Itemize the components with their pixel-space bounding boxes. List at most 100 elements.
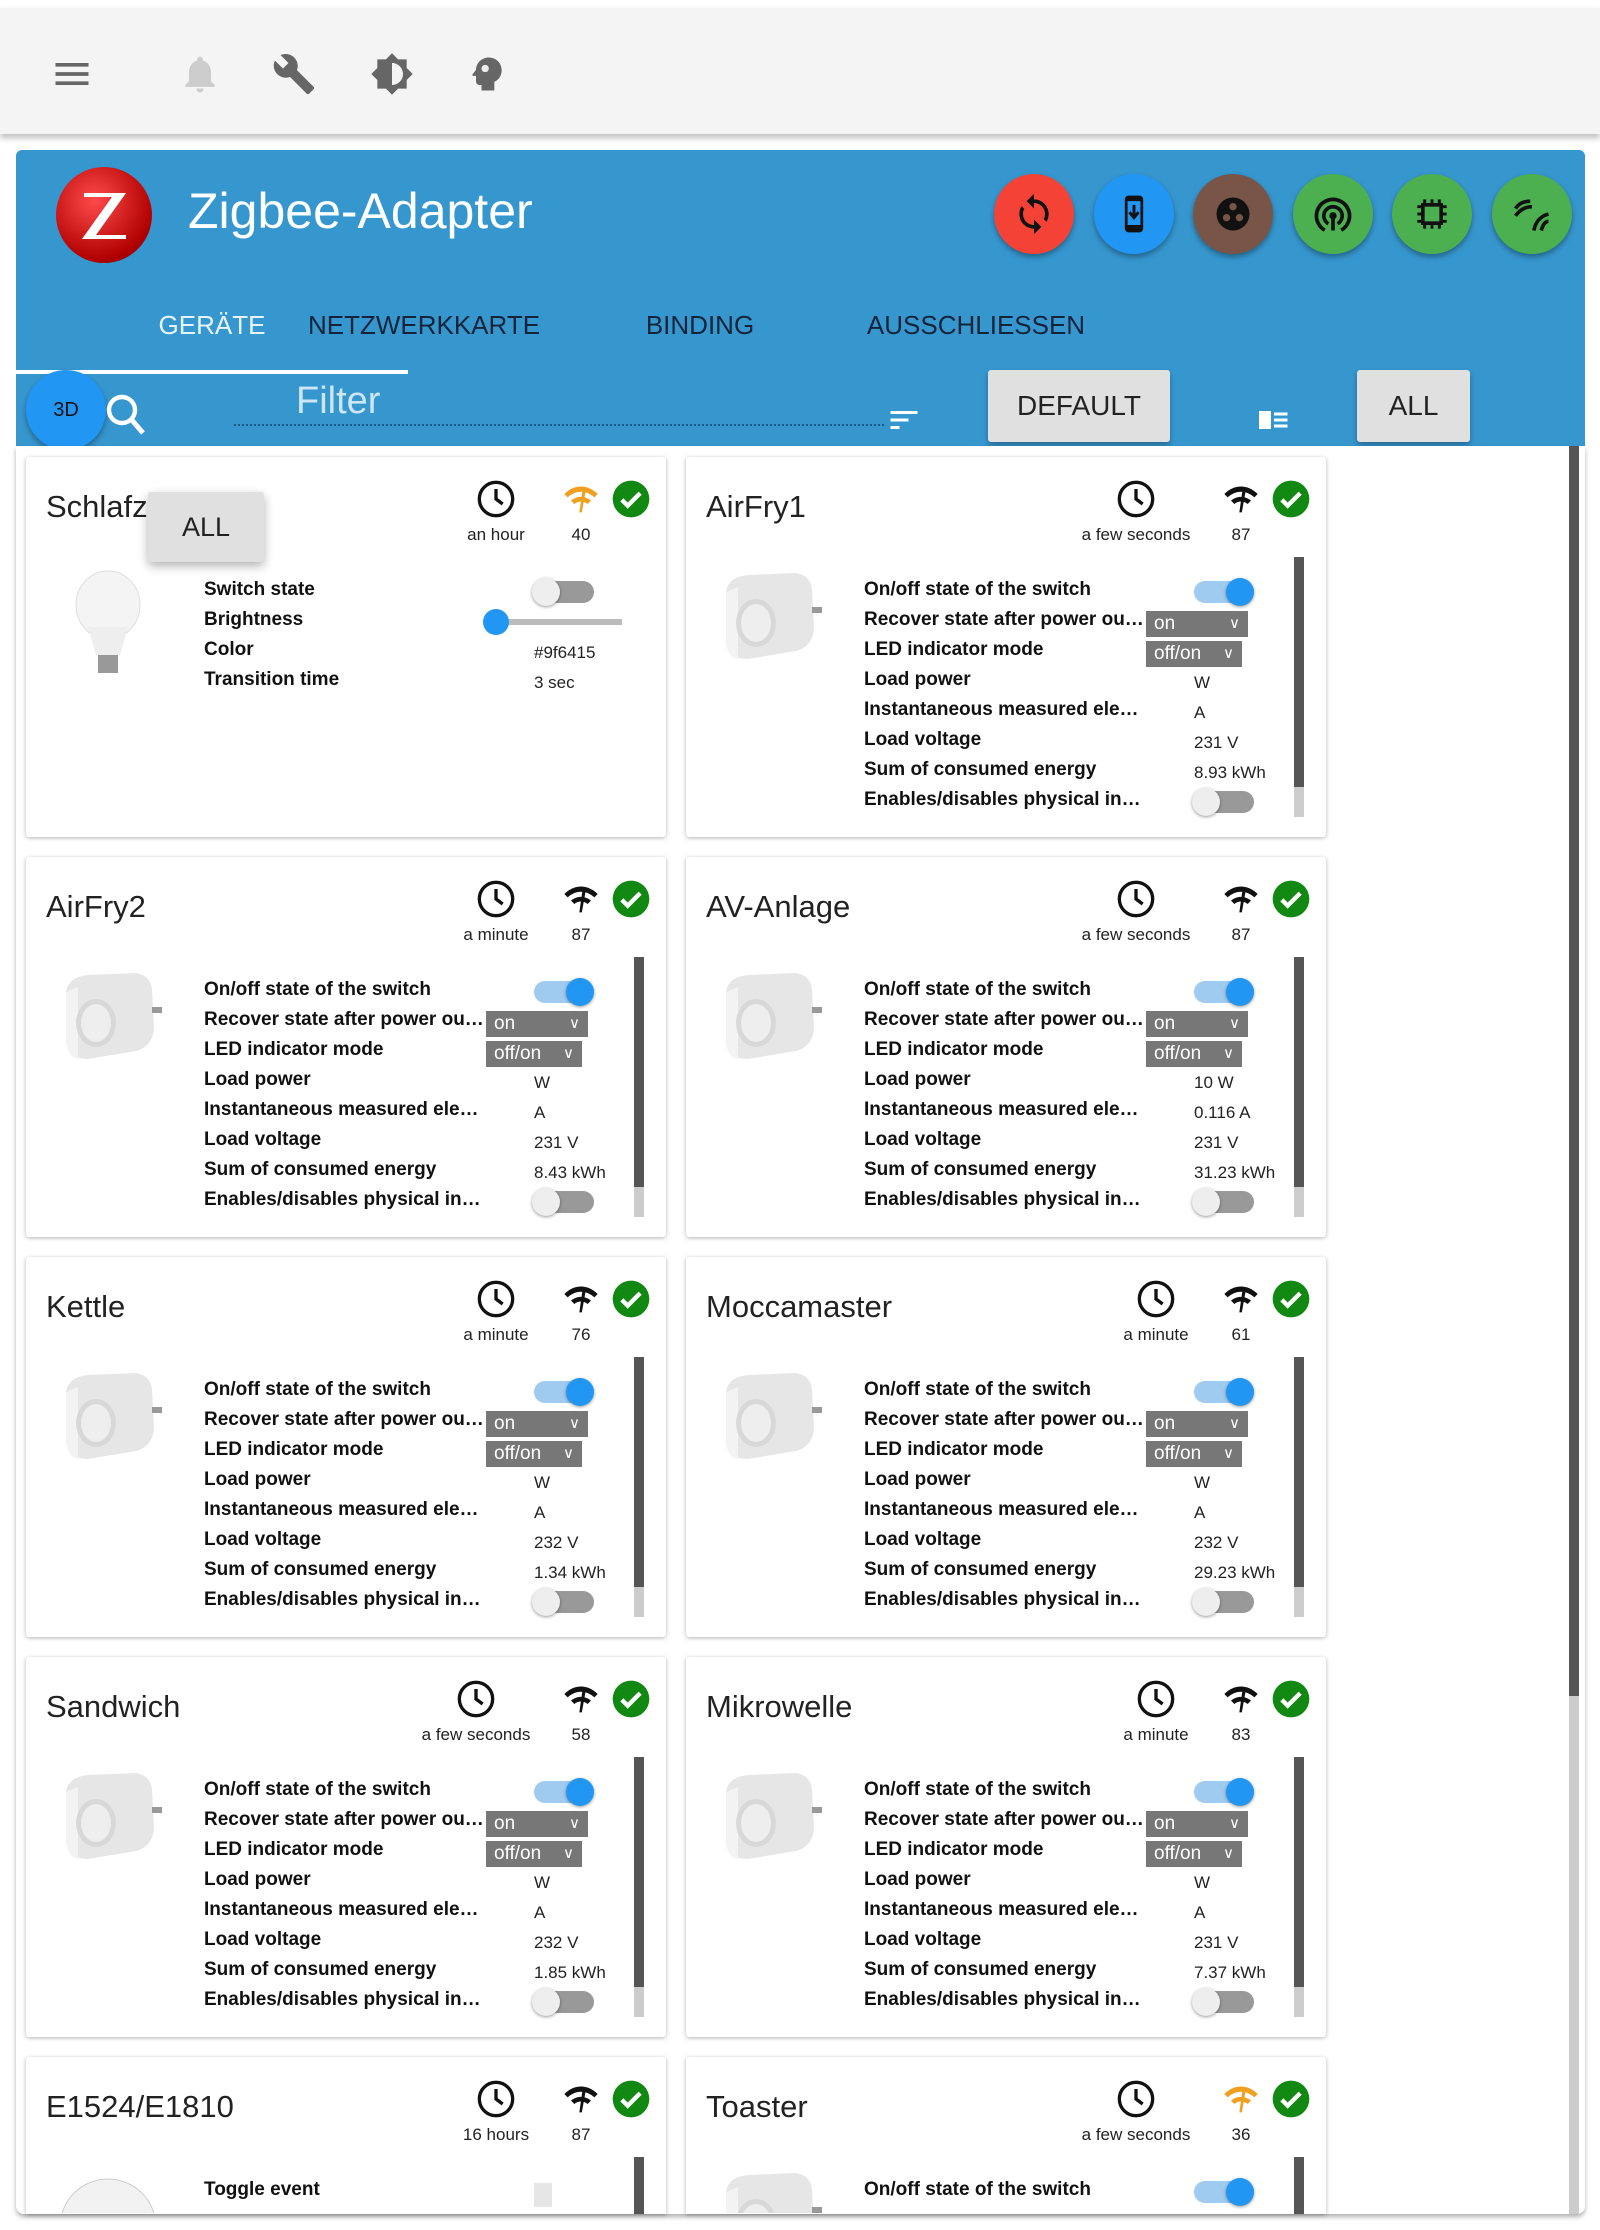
- physical-input-toggle-knob[interactable]: [1192, 1188, 1220, 1216]
- recover-state-select[interactable]: on ∨: [1146, 1811, 1248, 1837]
- card-scrollbar-thumb[interactable]: [634, 1757, 644, 1987]
- onoff-toggle[interactable]: [1194, 978, 1254, 1006]
- onoff-toggle-knob[interactable]: [1226, 578, 1254, 606]
- card-scrollbar-thumb[interactable]: [1294, 957, 1304, 1187]
- card-view-icon[interactable]: [1252, 402, 1296, 438]
- pairing-button[interactable]: [1292, 174, 1373, 254]
- status-ok-icon: [611, 2079, 651, 2119]
- head-icon[interactable]: [465, 52, 509, 96]
- card-scrollbar-thumb[interactable]: [634, 1357, 644, 1587]
- wrench-icon[interactable]: [272, 52, 316, 96]
- all-button[interactable]: ALL: [1357, 370, 1470, 442]
- onoff-toggle[interactable]: [1194, 578, 1254, 606]
- label-energy: Sum of consumed energy: [204, 1959, 437, 1980]
- bell-icon[interactable]: [178, 52, 222, 96]
- recover-state-select[interactable]: on ∨: [486, 1411, 588, 1437]
- onoff-toggle[interactable]: [534, 1378, 594, 1406]
- card-scrollbar[interactable]: [634, 1757, 644, 2017]
- physical-input-toggle-knob[interactable]: [1192, 788, 1220, 816]
- 3d-view-button[interactable]: 3D: [26, 370, 106, 450]
- card-scrollbar-thumb[interactable]: [1294, 557, 1304, 787]
- physical-input-toggle[interactable]: [1192, 1588, 1254, 1616]
- recover-state-select[interactable]: on ∨: [1146, 611, 1248, 637]
- filter-input[interactable]: [234, 378, 884, 426]
- tab-ausschliessen[interactable]: AUSSCHLIESSEN: [867, 310, 1085, 341]
- recover-state-select[interactable]: on ∨: [1146, 1011, 1248, 1037]
- card-scrollbar-thumb[interactable]: [1294, 1357, 1304, 1587]
- menu-icon[interactable]: [50, 52, 94, 96]
- led-mode-select[interactable]: off/on ∨: [486, 1441, 582, 1467]
- card-scrollbar-thumb[interactable]: [634, 2157, 644, 2214]
- onoff-toggle[interactable]: [1194, 1378, 1254, 1406]
- card-scrollbar-thumb[interactable]: [1294, 2157, 1304, 2214]
- card-scrollbar[interactable]: [1294, 1757, 1304, 2017]
- physical-input-toggle-knob[interactable]: [532, 1988, 560, 2016]
- card-scrollbar-thumb[interactable]: [1294, 1757, 1304, 1987]
- led-mode-select[interactable]: off/on ∨: [1146, 1041, 1242, 1067]
- card-scrollbar[interactable]: [634, 1357, 644, 1617]
- brightness-icon[interactable]: [370, 52, 414, 96]
- tab-netzwerkkarte[interactable]: NETZWERKKARTE: [308, 310, 540, 341]
- physical-input-toggle[interactable]: [1192, 1988, 1254, 2016]
- physical-input-toggle[interactable]: [532, 1988, 594, 2016]
- label-onoff: On/off state of the switch: [204, 1779, 431, 1800]
- onoff-toggle[interactable]: [534, 978, 594, 1006]
- brightness-slider[interactable]: [482, 609, 622, 635]
- physical-input-toggle[interactable]: [1192, 788, 1254, 816]
- physical-input-toggle[interactable]: [1192, 1188, 1254, 1216]
- card-scrollbar[interactable]: [634, 957, 644, 1217]
- phone-download-button[interactable]: [1093, 174, 1174, 254]
- physical-input-toggle-knob[interactable]: [532, 1588, 560, 1616]
- physical-input-toggle-knob[interactable]: [532, 1188, 560, 1216]
- physical-input-toggle[interactable]: [532, 1188, 594, 1216]
- main-scrollbar[interactable]: [1569, 446, 1579, 2214]
- led-mode-select[interactable]: off/on ∨: [1146, 641, 1242, 667]
- recover-state-select[interactable]: on ∨: [486, 1811, 588, 1837]
- chip-button[interactable]: [1392, 174, 1472, 254]
- main-scrollbar-thumb[interactable]: [1569, 446, 1579, 1696]
- physical-input-toggle[interactable]: [532, 1588, 594, 1616]
- chevron-down-icon: ∨: [569, 1015, 580, 1032]
- led-mode-select[interactable]: off/on ∨: [486, 1041, 582, 1067]
- sort-icon[interactable]: [884, 402, 924, 438]
- onoff-toggle-knob[interactable]: [1226, 2178, 1254, 2206]
- onoff-toggle-knob[interactable]: [566, 1778, 594, 1806]
- device-card: Moccamaster a minute 61 On/off state of the…: [686, 1257, 1326, 1637]
- default-button[interactable]: DEFAULT: [988, 370, 1170, 442]
- physical-input-toggle-knob[interactable]: [1192, 1588, 1220, 1616]
- brightness-slider-thumb[interactable]: [482, 609, 509, 635]
- onoff-toggle-knob[interactable]: [1226, 978, 1254, 1006]
- led-mode-select[interactable]: off/on ∨: [1146, 1841, 1242, 1867]
- card-scrollbar[interactable]: [1294, 1357, 1304, 1617]
- refresh-button[interactable]: [994, 174, 1074, 254]
- onoff-toggle-knob[interactable]: [566, 978, 594, 1006]
- onoff-toggle[interactable]: [534, 1778, 594, 1806]
- label-onoff: On/off state of the switch: [204, 1379, 431, 1400]
- search-icon[interactable]: [102, 390, 150, 438]
- popup-all-button[interactable]: ALL: [148, 492, 264, 562]
- physical-input-toggle-knob[interactable]: [1192, 1988, 1220, 2016]
- card-scrollbar[interactable]: [1294, 2157, 1304, 2214]
- card-scrollbar[interactable]: [1294, 957, 1304, 1217]
- signal-button[interactable]: [1491, 174, 1572, 254]
- card-scrollbar[interactable]: [1294, 557, 1304, 817]
- dots-button[interactable]: [1193, 174, 1273, 254]
- onoff-toggle-knob[interactable]: [1226, 1378, 1254, 1406]
- switch-state-toggle[interactable]: [532, 578, 594, 606]
- label-recover: Recover state after power ou…: [204, 1809, 484, 1830]
- onoff-toggle-knob[interactable]: [1226, 1778, 1254, 1806]
- onoff-toggle-knob[interactable]: [566, 1378, 594, 1406]
- led-mode-select[interactable]: off/on ∨: [486, 1841, 582, 1867]
- card-scrollbar[interactable]: [634, 2157, 644, 2214]
- recover-state-select[interactable]: on ∨: [1146, 1411, 1248, 1437]
- card-scrollbar-thumb[interactable]: [634, 957, 644, 1187]
- last-seen-time: a few seconds: [421, 1725, 531, 1744]
- tab-geräte[interactable]: GERÄTE: [159, 310, 266, 341]
- tab-binding[interactable]: BINDING: [646, 310, 754, 341]
- onoff-toggle[interactable]: [1194, 2178, 1254, 2206]
- switch-state-toggle-knob[interactable]: [532, 578, 560, 606]
- recover-state-select[interactable]: on ∨: [486, 1011, 588, 1037]
- onoff-toggle[interactable]: [1194, 1778, 1254, 1806]
- led-mode-select[interactable]: off/on ∨: [1146, 1441, 1242, 1467]
- label-led: LED indicator mode: [864, 1439, 1044, 1460]
